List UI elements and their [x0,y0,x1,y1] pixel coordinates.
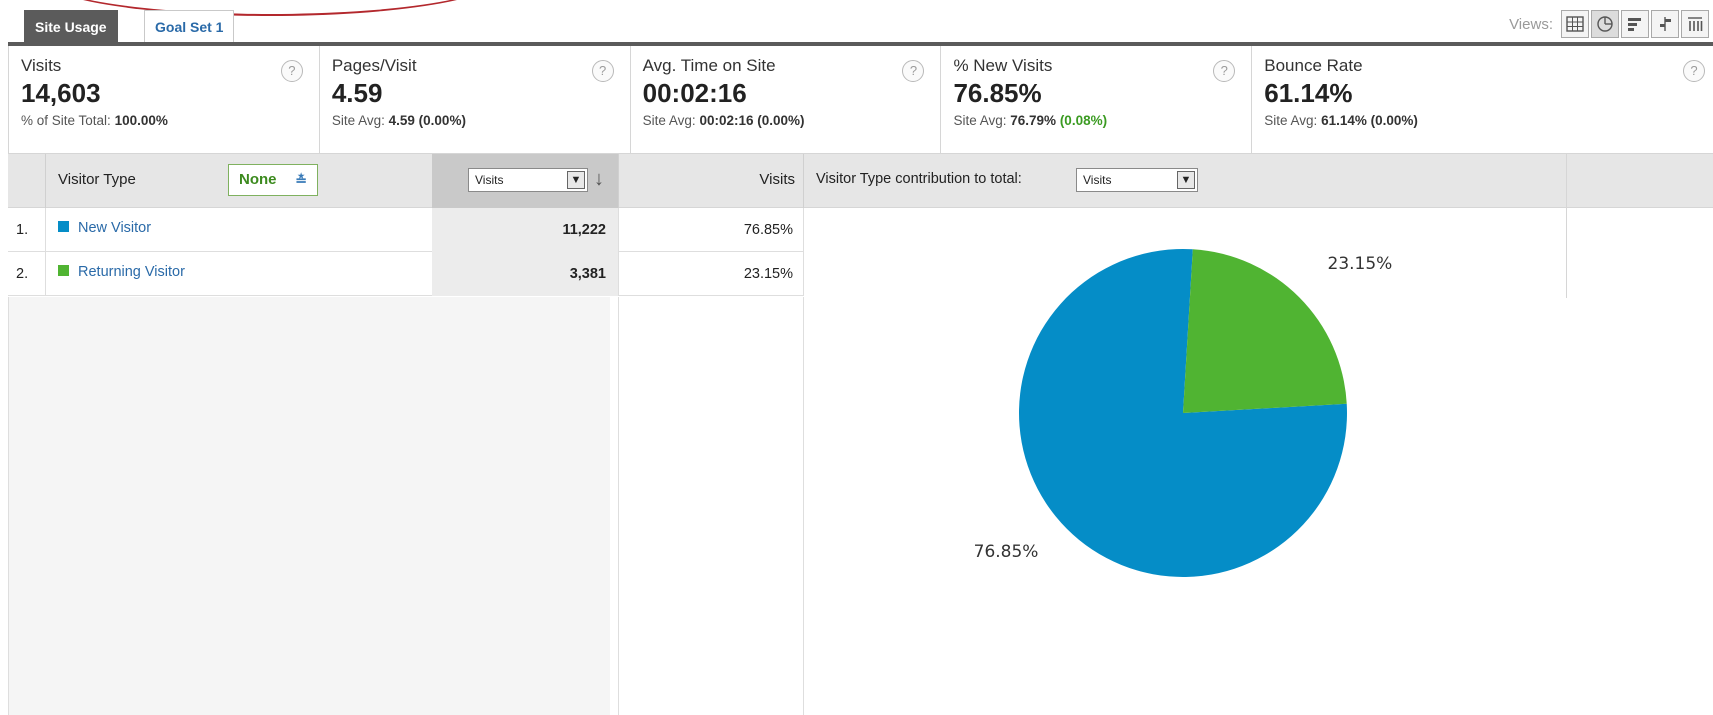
metric-subtext: Site Avg: 76.79% (0.08%) [953,113,1108,128]
metric-visits[interactable]: Visits 14,603 % of Site Total: 100.00% ? [9,46,320,153]
metric-value: 61.14% [1264,78,1353,108]
pie-view-icon[interactable] [1591,10,1619,38]
metric-scorecards: Visits 14,603 % of Site Total: 100.00% ?… [8,46,1713,154]
metric-value: 14,603 [21,78,101,108]
metric-value: 4.59 [331,78,383,108]
chevron-down-icon: ▼ [567,171,585,189]
metric-label: Pages/Visit [331,56,417,75]
table-row: 2. Returning Visitor 3,381 23.15% [8,252,804,296]
percent-column-empty-area [618,297,804,715]
contribution-metric-select[interactable]: Visits ▼ [1076,168,1198,192]
tab-goal-set-1[interactable]: Goal Set 1 [144,10,235,42]
sort-metric-value: Visits [475,173,504,187]
row-number: 1. [8,208,46,252]
help-icon[interactable]: ? [280,60,303,82]
visitor-type-link[interactable]: New Visitor [58,220,151,236]
metric-subtext: % of Site Total: 100.00% [21,113,168,128]
metric-label: % New Visits [953,56,1053,75]
performance-view-icon[interactable] [1621,10,1649,38]
chevron-down-icon: ▼ [1177,171,1195,189]
percent-column-header: Visits [618,154,804,208]
metric-new-visits[interactable]: % New Visits 76.85% Site Avg: 76.79% (0.… [941,46,1253,153]
metric-label: Avg. Time on Site [642,56,776,75]
panel-edge [1566,154,1567,298]
row-number-header [8,154,46,208]
sort-metric-header: Visits ▼ ↓ [432,154,618,208]
metric-avg-time-on-site[interactable]: Avg. Time on Site 00:02:16 Site Avg: 00:… [631,46,942,153]
metric-label: Visits [21,56,62,75]
metric-subtext: Site Avg: 4.59 (0.00%) [331,113,466,128]
sort-metric-select[interactable]: Visits ▼ [468,168,588,192]
views-toolbar: Views: [1509,10,1709,38]
sort-descending-icon[interactable]: ↓ [594,168,604,191]
views-label: Views: [1509,15,1553,33]
contribution-metric-value: Visits [1083,173,1112,187]
metric-bounce-rate[interactable]: Bounce Rate 61.14% Site Avg: 61.14% (0.0… [1252,46,1713,153]
tab-bar: Site Usage Goal Set 1 Views: [0,0,1713,46]
pie-slice-label: 23.15% [1328,254,1393,274]
table-empty-area [8,297,610,715]
legend-swatch [58,221,69,232]
comparison-view-icon[interactable] [1651,10,1679,38]
legend-swatch [58,265,69,276]
metric-pages-per-visit[interactable]: Pages/Visit 4.59 Site Avg: 4.59 (0.00%) … [320,46,631,153]
metric-subtext: Site Avg: 61.14% (0.00%) [1264,113,1418,128]
secondary-dimension-button[interactable]: None ≛ [228,164,318,196]
secondary-dimension-label: None [239,171,277,188]
tab-site-usage[interactable]: Site Usage [24,10,118,42]
visits-percent: 76.85% [618,208,804,252]
table-body: 1. New Visitor 11,222 76.85% 2. Returnin… [8,208,804,296]
metric-value: 76.85% [953,78,1042,108]
visits-value: 11,222 [432,208,618,252]
help-icon[interactable]: ? [591,60,614,82]
dimension-header[interactable]: Visitor Type [58,171,136,188]
contribution-label: Visitor Type contribution to total: [816,171,1022,187]
table-header: Visitor Type None ≛ Visits ▼ ↓ Visits Vi… [8,154,1713,208]
metric-subtext: Site Avg: 00:02:16 (0.00%) [642,113,805,128]
pie-chart-area: 76.85% 23.15% [804,208,1566,715]
pie-slice-label: 76.85% [974,542,1039,562]
percent-column-label: Visits [759,171,795,188]
table-row: 1. New Visitor 11,222 76.85% [8,208,804,252]
pie-chart: 76.85% 23.15% [974,249,1393,577]
metric-value: 00:02:16 [642,78,747,108]
chevron-double-down-icon: ≛ [295,172,307,188]
visits-value: 3,381 [432,252,618,296]
visits-percent: 23.15% [618,252,804,296]
pivot-view-icon[interactable] [1681,10,1709,38]
pie-slice-returning-visitor[interactable] [1183,249,1347,413]
row-number: 2. [8,252,46,296]
visitor-type-link[interactable]: Returning Visitor [58,264,185,280]
metric-label: Bounce Rate [1264,56,1363,75]
help-icon[interactable]: ? [1682,60,1705,82]
table-view-icon[interactable] [1561,10,1589,38]
